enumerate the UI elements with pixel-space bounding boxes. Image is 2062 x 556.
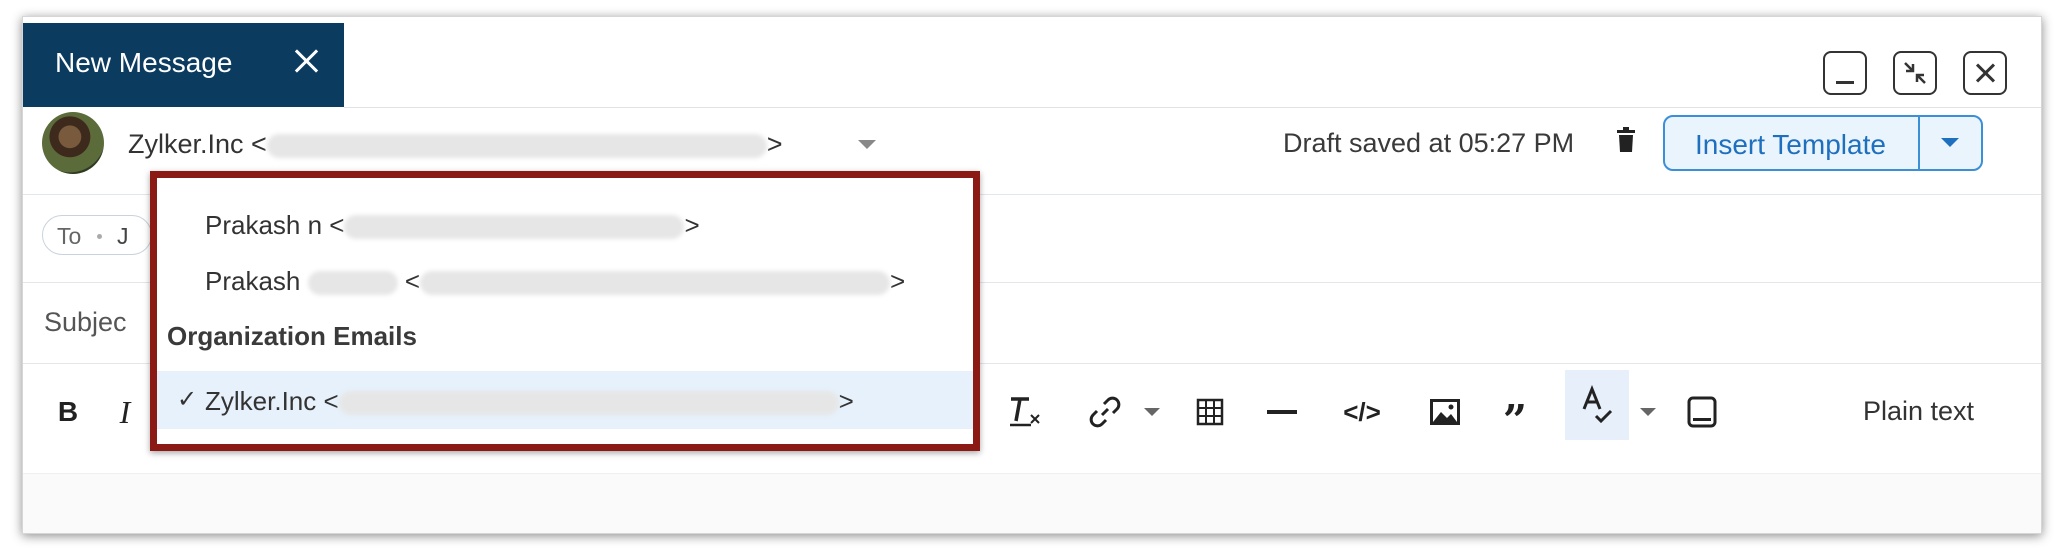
redacted-text [307,271,398,296]
image-button[interactable] [1420,392,1470,432]
chevron-down-icon[interactable] [1941,138,1959,147]
insert-template-label: Insert Template [1695,129,1886,160]
link-icon [1089,396,1121,428]
plain-text-toggle[interactable]: Plain text [1863,396,1974,427]
clear-format-icon [1010,397,1040,427]
dropdown-item-selected[interactable]: ✓ Zylker.Inc < > [157,371,973,429]
quote-button[interactable]: ” [1490,392,1540,445]
bold-button[interactable]: B [48,392,88,432]
dropdown-item-close: > [838,386,854,416]
from-address-dropdown: Prakash n < > Prakash < > Organization Ema… [150,171,980,451]
code-button[interactable]: </> [1330,392,1394,432]
horizontal-line-icon [1267,410,1297,414]
redacted-email [266,133,767,158]
shrink-icon [1904,62,1926,84]
organization-emails-header: Organization Emails [167,321,417,351]
to-field[interactable]: To J [42,215,152,255]
close-window-button[interactable] [1963,51,2007,95]
dropdown-item-close: > [684,210,700,240]
subject-field[interactable]: Subjec [44,307,127,338]
minimize-button[interactable] [1823,51,1867,95]
table-icon [1196,398,1224,426]
spellcheck-button[interactable] [1565,370,1629,440]
dropdown-item-name: Zylker.Inc < [205,386,339,416]
table-button[interactable] [1188,392,1232,432]
redacted-email [420,271,891,296]
dropdown-item[interactable]: Prakash < > [157,254,973,306]
to-recipient: J [117,223,129,249]
redacted-email [344,215,685,240]
horizontal-line-button[interactable] [1260,392,1304,432]
dropdown-item[interactable]: Prakash n < > [157,198,973,250]
template-divider [1918,117,1920,169]
check-icon: ✓ [177,386,198,413]
from-name: Zylker.Inc < [128,129,267,159]
clear-format-button[interactable] [1000,392,1050,432]
italic-button[interactable]: I [110,392,140,432]
compose-tab[interactable]: New Message [23,23,344,107]
close-icon[interactable] [291,45,321,75]
editor-body[interactable] [23,473,2041,533]
chevron-down-icon [1144,408,1160,416]
from-address-select[interactable]: Zylker.Inc < > [128,129,783,160]
dropdown-item-close: > [890,266,906,296]
from-close: > [766,129,783,159]
shrink-button[interactable] [1893,51,1937,95]
snippet-icon [1687,396,1717,428]
dropdown-item-name: Prakash n < [205,210,345,240]
compose-tab-title: New Message [55,47,233,78]
draft-status: Draft saved at 05:27 PM [1283,128,1575,158]
avatar [42,112,104,174]
spellcheck-options-button[interactable] [1636,392,1660,432]
link-options-button[interactable] [1140,392,1164,432]
to-label: To [57,223,82,249]
separator-dot [97,234,102,239]
chevron-down-icon [1640,408,1656,416]
image-icon [1430,399,1460,425]
dropdown-item-name: Prakash [205,266,301,296]
insert-template-button[interactable]: Insert Template [1663,115,1983,171]
chevron-down-icon[interactable] [858,140,876,149]
snippet-button[interactable] [1680,392,1724,432]
spellcheck-icon [1582,385,1613,424]
redacted-email [338,391,839,416]
link-button[interactable] [1080,392,1130,432]
trash-icon[interactable] [1617,127,1635,153]
